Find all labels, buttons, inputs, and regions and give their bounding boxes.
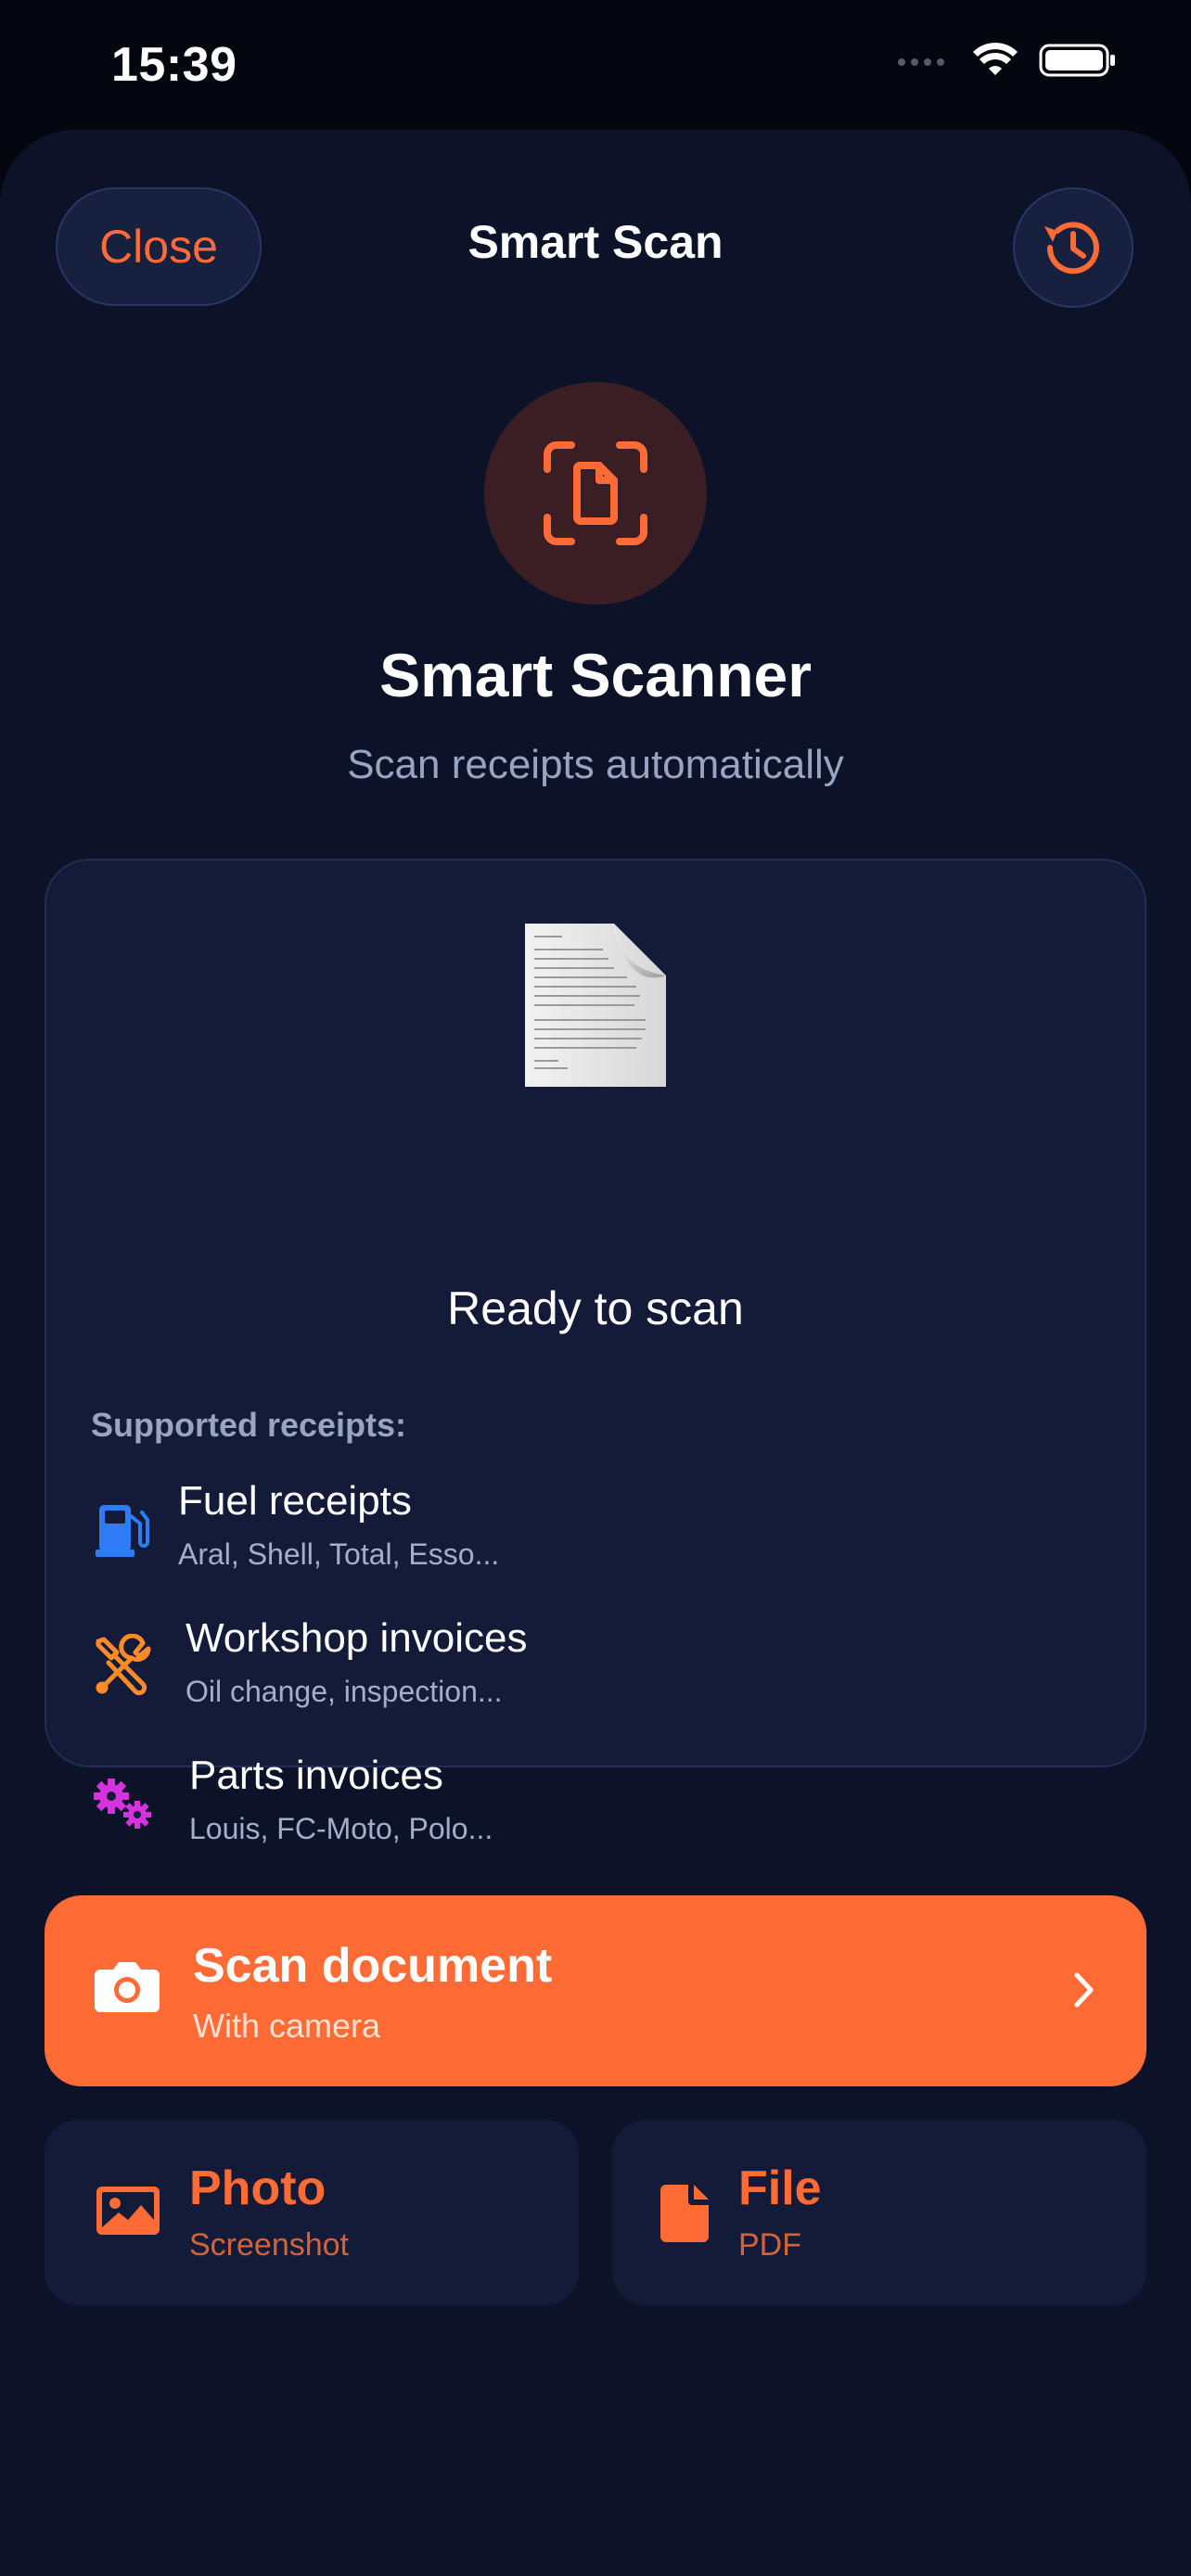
photo-title: Photo [189, 2162, 327, 2215]
list-item-fuel-receipts: Fuel receipts Aral, Shell, Total, Esso..… [91, 1478, 499, 1572]
list-item-subtitle: Louis, FC-Moto, Polo... [189, 1812, 493, 1845]
fuel-pump-icon [96, 1505, 149, 1557]
file-title: File [738, 2162, 822, 2215]
status-time: 15:39 [111, 38, 237, 92]
battery-icon [1039, 44, 1115, 77]
photo-button[interactable]: Photo Screenshot [45, 2120, 579, 2305]
list-item-title: Workshop invoices [186, 1615, 528, 1661]
photo-subtitle: Screenshot [189, 2227, 349, 2263]
history-icon [1044, 222, 1099, 274]
document-scanner-icon [544, 441, 647, 545]
camera-icon [95, 1962, 160, 2012]
list-item-subtitle: Aral, Shell, Total, Esso... [178, 1537, 500, 1571]
list-item-title: Fuel receipts [178, 1478, 412, 1524]
supported-receipts-label: Supported receipts: [91, 1406, 407, 1444]
scan-document-button[interactable]: Scan document With camera [45, 1895, 1146, 2086]
chevron-right-icon [1074, 1972, 1094, 2008]
signal-icon [898, 58, 944, 66]
file-subtitle: PDF [738, 2227, 801, 2263]
scan-status-card: Ready to scan Supported receipts: Fuel r… [45, 859, 1146, 1845]
list-item-title: Parts invoices [189, 1753, 443, 1798]
wifi-icon [973, 43, 1018, 75]
status-bar: 15:39 [0, 0, 1191, 130]
file-icon [660, 2185, 709, 2242]
gears-icon [94, 1779, 151, 1829]
list-item-parts-invoices: Parts invoices Louis, FC-Moto, Polo... [91, 1753, 493, 1846]
image-icon [96, 2187, 160, 2235]
wrench-screwdriver-icon [96, 1634, 151, 1696]
scan-document-title: Scan document [193, 1939, 553, 1993]
scanner-title: Smart Scanner [379, 641, 812, 709]
scanner-hero-badge [484, 382, 707, 605]
history-button[interactable] [1013, 187, 1133, 308]
scan-document-subtitle: With camera [193, 2007, 381, 2045]
list-item-subtitle: Oil change, inspection... [186, 1675, 503, 1708]
list-item-workshop-invoices: Workshop invoices Oil change, inspection… [91, 1615, 527, 1709]
file-button[interactable]: File PDF [612, 2120, 1146, 2305]
scan-status-text: Ready to scan [447, 1282, 744, 1334]
document-preview-icon [525, 924, 666, 1087]
status-icons [896, 42, 1117, 79]
scanner-subtitle: Scan receipts automatically [347, 742, 844, 787]
